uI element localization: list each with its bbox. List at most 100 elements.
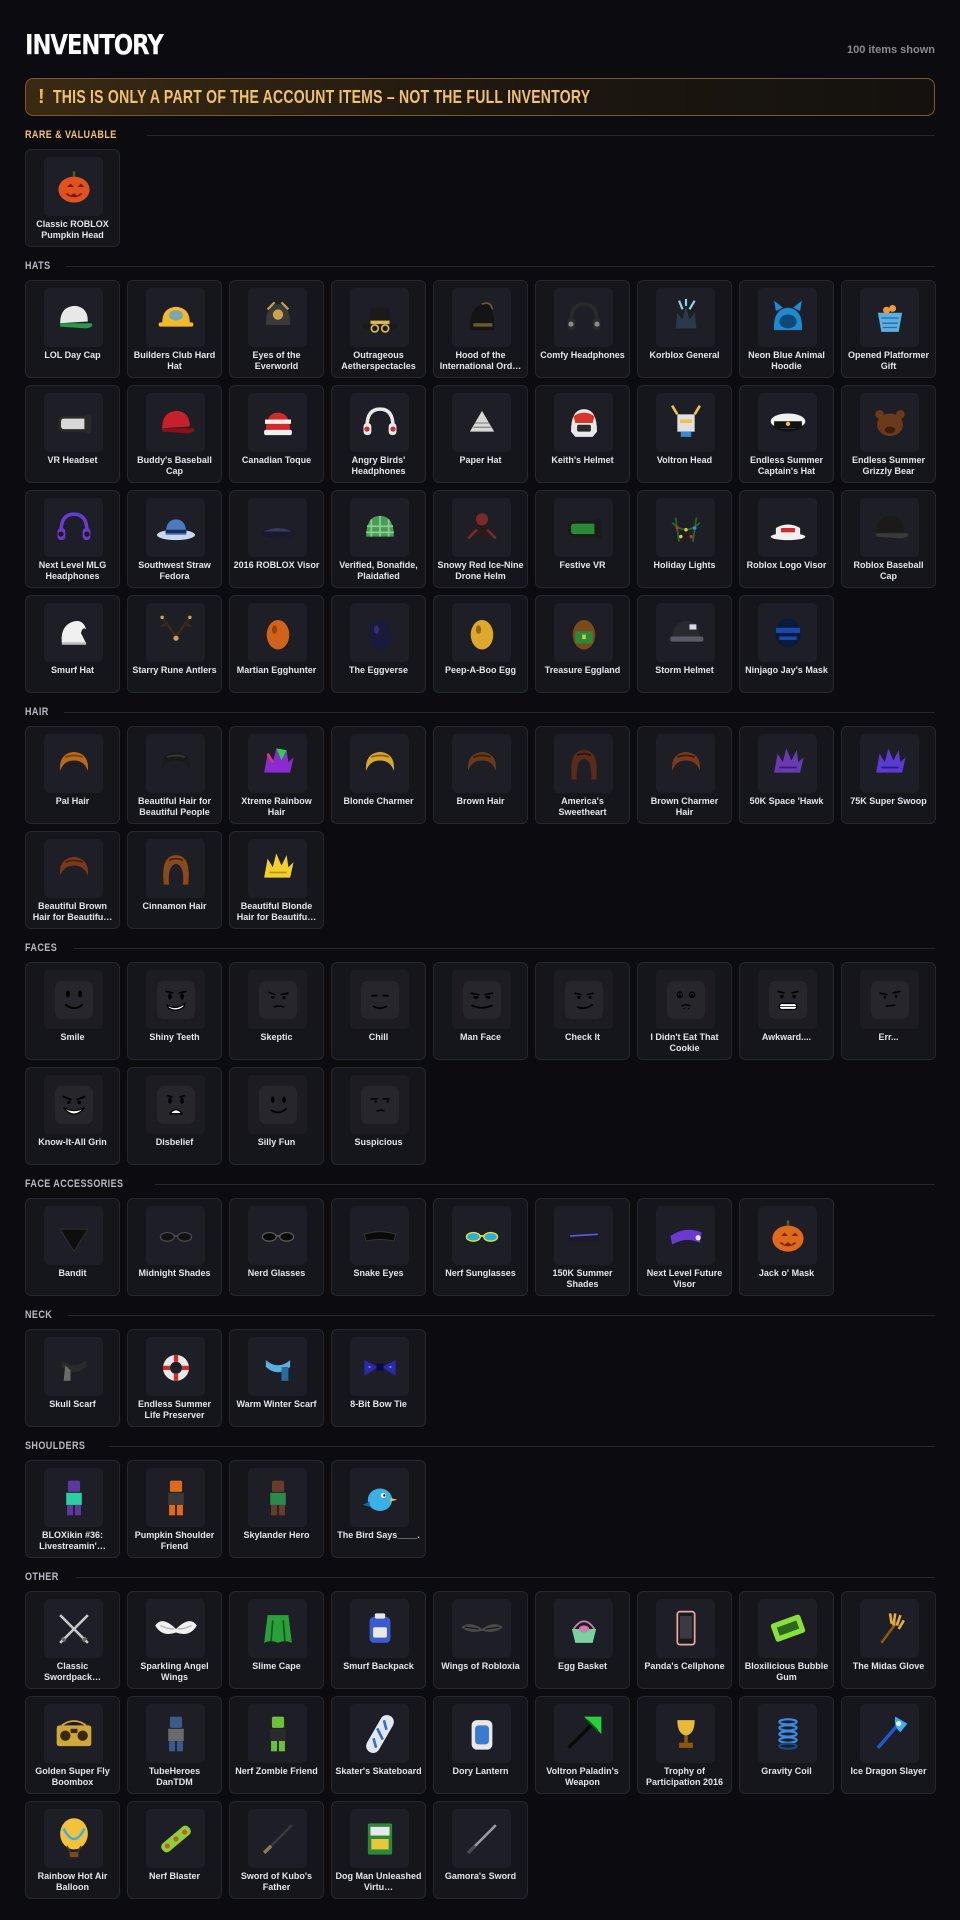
- item-card[interactable]: Midnight Shades: [127, 1198, 222, 1296]
- item-card[interactable]: Endless Summer Life Preserver: [127, 1329, 222, 1427]
- item-card[interactable]: Suspicious: [331, 1067, 426, 1165]
- item-card[interactable]: Chill: [331, 962, 426, 1060]
- item-card[interactable]: Pumpkin Shoulder Friend: [127, 1460, 222, 1558]
- item-card[interactable]: Ice Dragon Slayer: [841, 1696, 936, 1794]
- item-card[interactable]: The Eggverse: [331, 595, 426, 693]
- item-card[interactable]: Nerd Glasses: [229, 1198, 324, 1296]
- item-card[interactable]: Snake Eyes: [331, 1198, 426, 1296]
- item-card[interactable]: Disbelief: [127, 1067, 222, 1165]
- item-card[interactable]: BLOXikin #36: Livestreamin'…: [25, 1460, 120, 1558]
- item-card[interactable]: Angry Birds' Headphones: [331, 385, 426, 483]
- item-card[interactable]: Skylander Hero: [229, 1460, 324, 1558]
- item-card[interactable]: Opened Platformer Gift: [841, 280, 936, 378]
- item-card[interactable]: Buddy's Baseball Cap: [127, 385, 222, 483]
- item-card[interactable]: Bandit: [25, 1198, 120, 1296]
- item-card[interactable]: Canadian Toque: [229, 385, 324, 483]
- item-card[interactable]: Martian Egghunter: [229, 595, 324, 693]
- item-card[interactable]: Neon Blue Animal Hoodie: [739, 280, 834, 378]
- item-card[interactable]: Skeptic: [229, 962, 324, 1060]
- item-card[interactable]: Awkward....: [739, 962, 834, 1060]
- item-card[interactable]: Brown Hair: [433, 726, 528, 824]
- item-card[interactable]: 2016 ROBLOX Visor: [229, 490, 324, 588]
- item-card[interactable]: The Bird Says____.: [331, 1460, 426, 1558]
- item-card[interactable]: Comfy Headphones: [535, 280, 630, 378]
- item-card[interactable]: Blonde Charmer: [331, 726, 426, 824]
- item-card[interactable]: Sparkling Angel Wings: [127, 1591, 222, 1689]
- item-card[interactable]: Gamora's Sword: [433, 1801, 528, 1899]
- item-card[interactable]: Brown Charmer Hair: [637, 726, 732, 824]
- item-card[interactable]: Festive VR: [535, 490, 630, 588]
- item-card[interactable]: Cinnamon Hair: [127, 831, 222, 929]
- item-card[interactable]: Roblox Logo Visor: [739, 490, 834, 588]
- item-card[interactable]: Trophy of Participation 2016: [637, 1696, 732, 1794]
- item-card[interactable]: Hood of the International Ord…: [433, 280, 528, 378]
- item-card[interactable]: Beautiful Blonde Hair for Beautifu…: [229, 831, 324, 929]
- item-card[interactable]: Eyes of the Everworld: [229, 280, 324, 378]
- item-card[interactable]: Know-It-All Grin: [25, 1067, 120, 1165]
- item-card[interactable]: Starry Rune Antlers: [127, 595, 222, 693]
- item-card[interactable]: Classic Swordpack…: [25, 1591, 120, 1689]
- item-card[interactable]: Paper Hat: [433, 385, 528, 483]
- item-card[interactable]: Beautiful Hair for Beautiful People: [127, 726, 222, 824]
- item-card[interactable]: Man Face: [433, 962, 528, 1060]
- item-card[interactable]: Voltron Head: [637, 385, 732, 483]
- item-card[interactable]: Next Level Future Visor: [637, 1198, 732, 1296]
- item-card[interactable]: Classic ROBLOX Pumpkin Head: [25, 149, 120, 247]
- item-card[interactable]: Bloxilicious Bubble Gum: [739, 1591, 834, 1689]
- item-card[interactable]: Voltron Paladin's Weapon: [535, 1696, 630, 1794]
- item-card[interactable]: Silly Fun: [229, 1067, 324, 1165]
- item-card[interactable]: Dog Man Unleashed Virtu…: [331, 1801, 426, 1899]
- item-card[interactable]: Peep-A-Boo Egg: [433, 595, 528, 693]
- item-card[interactable]: Nerf Blaster: [127, 1801, 222, 1899]
- item-card[interactable]: Smile: [25, 962, 120, 1060]
- item-card[interactable]: The Midas Glove: [841, 1591, 936, 1689]
- item-card[interactable]: Keith's Helmet: [535, 385, 630, 483]
- item-card[interactable]: VR Headset: [25, 385, 120, 483]
- item-card[interactable]: 75K Super Swoop: [841, 726, 936, 824]
- item-card[interactable]: Southwest Straw Fedora: [127, 490, 222, 588]
- item-card[interactable]: Snowy Red Ice-Nine Drone Helm: [433, 490, 528, 588]
- item-card[interactable]: 150K Summer Shades: [535, 1198, 630, 1296]
- item-card[interactable]: Holiday Lights: [637, 490, 732, 588]
- item-card[interactable]: Endless Summer Grizzly Bear: [841, 385, 936, 483]
- item-card[interactable]: Outrageous Aetherspectacles: [331, 280, 426, 378]
- item-card[interactable]: Egg Basket: [535, 1591, 630, 1689]
- item-card[interactable]: Nerf Sunglasses: [433, 1198, 528, 1296]
- item-card[interactable]: LOL Day Cap: [25, 280, 120, 378]
- item-card[interactable]: Gravity Coil: [739, 1696, 834, 1794]
- item-card[interactable]: 8-Bit Bow Tie: [331, 1329, 426, 1427]
- item-card[interactable]: Golden Super Fly Boombox: [25, 1696, 120, 1794]
- item-card[interactable]: Sword of Kubo's Father: [229, 1801, 324, 1899]
- item-card[interactable]: Beautiful Brown Hair for Beautifu…: [25, 831, 120, 929]
- item-card[interactable]: Skater's Skateboard: [331, 1696, 426, 1794]
- item-card[interactable]: Korblox General: [637, 280, 732, 378]
- item-card[interactable]: Jack o' Mask: [739, 1198, 834, 1296]
- item-card[interactable]: Shiny Teeth: [127, 962, 222, 1060]
- item-card[interactable]: TubeHeroes DanTDM: [127, 1696, 222, 1794]
- item-card[interactable]: Ninjago Jay's Mask: [739, 595, 834, 693]
- item-card[interactable]: Smurf Hat: [25, 595, 120, 693]
- item-card[interactable]: Pal Hair: [25, 726, 120, 824]
- item-card[interactable]: Storm Helmet: [637, 595, 732, 693]
- item-card[interactable]: Smurf Backpack: [331, 1591, 426, 1689]
- item-card[interactable]: 50K Space 'Hawk: [739, 726, 834, 824]
- item-card[interactable]: Warm Winter Scarf: [229, 1329, 324, 1427]
- item-card[interactable]: Check It: [535, 962, 630, 1060]
- item-card[interactable]: Builders Club Hard Hat: [127, 280, 222, 378]
- item-card[interactable]: Endless Summer Captain's Hat: [739, 385, 834, 483]
- item-card[interactable]: Err...: [841, 962, 936, 1060]
- item-card[interactable]: Rainbow Hot Air Balloon: [25, 1801, 120, 1899]
- item-card[interactable]: Roblox Baseball Cap: [841, 490, 936, 588]
- item-card[interactable]: Panda's Cellphone: [637, 1591, 732, 1689]
- item-card[interactable]: Treasure Eggland: [535, 595, 630, 693]
- item-card[interactable]: Xtreme Rainbow Hair: [229, 726, 324, 824]
- item-card[interactable]: Dory Lantern: [433, 1696, 528, 1794]
- item-card[interactable]: Wings of Robloxia: [433, 1591, 528, 1689]
- item-card[interactable]: America's Sweetheart: [535, 726, 630, 824]
- item-card[interactable]: Verified, Bonafide, Plaidafied: [331, 490, 426, 588]
- item-card[interactable]: Nerf Zombie Friend: [229, 1696, 324, 1794]
- item-card[interactable]: Slime Cape: [229, 1591, 324, 1689]
- item-card[interactable]: I Didn't Eat That Cookie: [637, 962, 732, 1060]
- item-card[interactable]: Skull Scarf: [25, 1329, 120, 1427]
- item-card[interactable]: Next Level MLG Headphones: [25, 490, 120, 588]
